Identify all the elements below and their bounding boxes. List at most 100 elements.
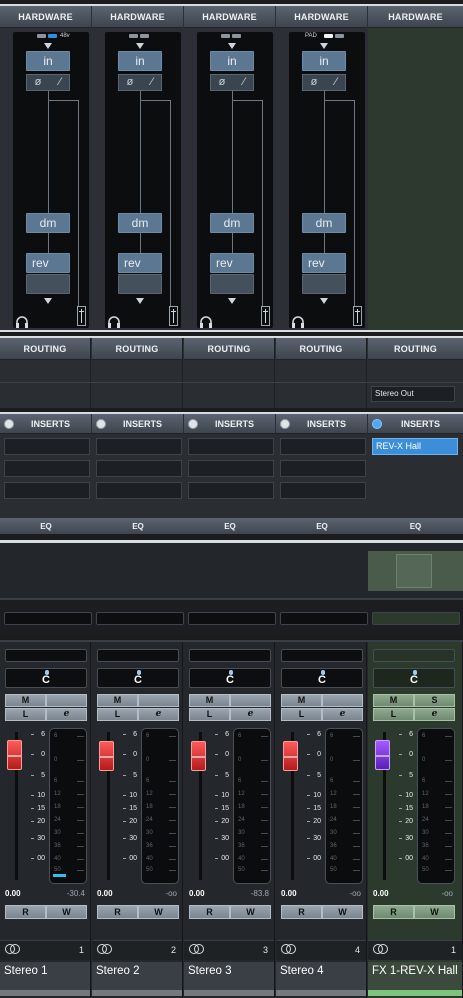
pan-icon[interactable] [353,306,362,326]
volume-value[interactable]: 0.00 [189,889,205,898]
input-button[interactable]: in [26,51,70,71]
headphones-icon[interactable] [291,315,305,328]
phantom-led[interactable] [232,34,241,38]
headphones-icon[interactable] [107,315,121,328]
phase-icon[interactable]: ø [119,75,141,90]
stereo-link-icon[interactable] [5,944,20,954]
insert-slot-1[interactable] [96,438,182,455]
send-slot[interactable] [188,612,276,625]
insert-slot-1[interactable] [280,438,366,455]
peak-value[interactable]: -oo [441,889,453,898]
read-automation-button[interactable]: R [189,905,230,919]
stereo-link-icon[interactable] [281,944,296,954]
mute-button[interactable]: M [189,694,230,707]
send-slot[interactable] [280,612,368,625]
read-automation-button[interactable]: R [373,905,414,919]
fader-handle[interactable] [283,741,298,771]
write-automation-button[interactable]: W [46,905,87,919]
reverb-button[interactable]: rev [118,253,162,273]
channel-name[interactable]: Stereo 2 [92,962,182,990]
phase-icon[interactable]: ø [211,75,233,90]
insert-bypass-icon[interactable] [280,419,290,429]
edit-button[interactable]: e [46,708,87,721]
send-slot[interactable] [372,612,460,625]
direct-monitor-button[interactable]: dm [118,213,162,233]
send-slot[interactable] [4,612,92,625]
channel-name[interactable]: FX 1-REV-X Hall [368,962,462,990]
gain-slot[interactable] [97,649,179,662]
insert-slot-3[interactable] [188,482,274,499]
write-automation-button[interactable]: W [138,905,179,919]
listen-button[interactable]: L [281,708,322,721]
listen-button[interactable]: L [373,708,414,721]
input-button[interactable]: in [118,51,162,71]
phase-icon[interactable]: ø [303,75,325,90]
input-button[interactable]: in [302,51,346,71]
insert-slot-3[interactable] [96,482,182,499]
insert-slot-1[interactable] [4,438,90,455]
pan-knob[interactable]: C [373,668,455,688]
listen-button[interactable]: L [97,708,138,721]
solo-button[interactable] [322,694,363,707]
solo-button[interactable]: S [414,694,455,707]
stereo-link-icon[interactable] [373,944,388,954]
direct-monitor-button[interactable]: dm [210,213,254,233]
insert-bypass-icon[interactable] [188,419,198,429]
pan-knob[interactable]: C [97,668,179,688]
listen-button[interactable]: L [5,708,46,721]
insert-slot-3[interactable] [280,482,366,499]
insert-slot-2[interactable] [4,460,90,477]
peak-value[interactable]: -83.8 [251,889,269,898]
volume-value[interactable]: 0.00 [5,889,21,898]
fader-handle[interactable] [99,741,114,771]
volume-value[interactable]: 0.00 [97,889,113,898]
listen-button[interactable]: L [189,708,230,721]
read-automation-button[interactable]: R [5,905,46,919]
gain-slot[interactable] [5,649,87,662]
hpf-icon[interactable]: ∕ [325,75,347,90]
pan-knob[interactable]: C [5,668,87,688]
reverb-send-slot[interactable] [302,274,346,294]
insert-bypass-icon[interactable] [372,419,382,429]
write-automation-button[interactable]: W [414,905,455,919]
direct-monitor-button[interactable]: dm [26,213,70,233]
solo-button[interactable] [138,694,179,707]
solo-button[interactable] [46,694,87,707]
phantom-led[interactable] [48,34,57,38]
reverb-send-slot[interactable] [118,274,162,294]
reverb-button[interactable]: rev [26,253,70,273]
hpf-icon[interactable]: ∕ [141,75,163,90]
mute-button[interactable]: M [5,694,46,707]
phase-icon[interactable]: ø [27,75,49,90]
edit-button[interactable]: e [138,708,179,721]
insert-slot-3[interactable] [4,482,90,499]
phantom-led[interactable] [140,34,149,38]
input-button[interactable]: in [210,51,254,71]
solo-button[interactable] [230,694,271,707]
edit-button[interactable]: e [322,708,363,721]
pan-icon[interactable] [77,306,86,326]
insert-slot-2[interactable] [280,460,366,477]
mute-button[interactable]: M [281,694,322,707]
pan-knob[interactable]: C [281,668,363,688]
read-automation-button[interactable]: R [97,905,138,919]
hpf-icon[interactable]: ∕ [233,75,255,90]
headphones-icon[interactable] [15,315,29,328]
volume-value[interactable]: 0.00 [373,889,389,898]
write-automation-button[interactable]: W [322,905,363,919]
direct-monitor-button[interactable]: dm [302,213,346,233]
reverb-send-slot[interactable] [26,274,70,294]
stereo-link-icon[interactable] [189,944,204,954]
reverb-button[interactable]: rev [210,253,254,273]
edit-button[interactable]: e [414,708,455,721]
stereo-link-icon[interactable] [97,944,112,954]
gain-slot[interactable] [281,649,363,662]
pan-knob[interactable]: C [189,668,271,688]
volume-value[interactable]: 0.00 [281,889,297,898]
insert-bypass-icon[interactable] [4,419,14,429]
fader-handle[interactable] [375,740,390,770]
channel-name[interactable]: Stereo 3 [184,962,274,990]
fader-handle[interactable] [191,741,206,771]
mute-button[interactable]: M [97,694,138,707]
pan-icon[interactable] [169,306,178,326]
